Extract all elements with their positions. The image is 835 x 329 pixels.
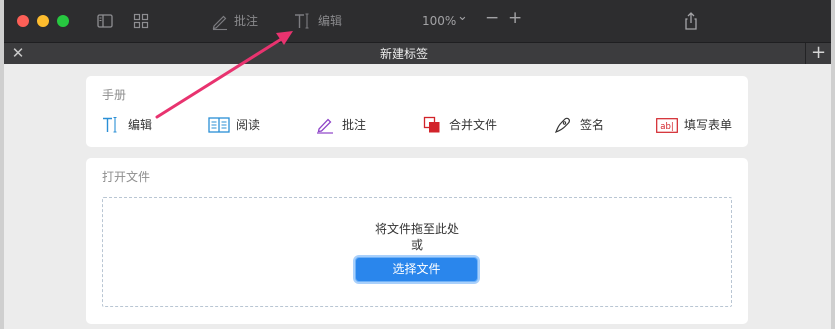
tab-title[interactable]: 新建标签: [4, 46, 804, 62]
merge-icon: [421, 116, 443, 134]
zoom-out-button[interactable]: −: [485, 10, 499, 27]
or-text: 或: [410, 238, 423, 252]
edit-text-icon[interactable]: [292, 11, 312, 31]
action-sign-label: 签名: [580, 118, 605, 132]
toolbar-annotate-label[interactable]: 批注: [234, 13, 258, 29]
book-icon: [208, 116, 230, 134]
zoom-level[interactable]: 100%: [422, 13, 456, 29]
action-annotate-label: 批注: [342, 118, 367, 132]
action-fill-form-label: 填写表单: [684, 118, 733, 132]
window-minimize-button[interactable]: [37, 15, 49, 27]
sidebar-toggle-icon[interactable]: [95, 11, 115, 31]
manual-title: 手册: [102, 88, 127, 102]
open-file-card: 打开文件 将文件拖至此处 或 选择文件: [86, 158, 748, 324]
choose-file-button[interactable]: 选择文件: [355, 257, 478, 282]
manual-card: 手册 编辑 阅读 批注 合并文件 签名 ab| 填写表单: [86, 76, 748, 147]
svg-text:ab|: ab|: [660, 122, 673, 132]
zoom-in-button[interactable]: +: [508, 10, 522, 27]
annotate-pen-icon[interactable]: [210, 11, 230, 31]
action-merge-label: 合并文件: [449, 118, 498, 132]
action-fill-form[interactable]: ab| 填写表单: [656, 116, 732, 134]
tab-bar: ✕ 新建标签 +: [4, 42, 831, 64]
action-annotate[interactable]: 批注: [314, 116, 366, 134]
action-sign[interactable]: 签名: [552, 116, 604, 134]
signature-icon: [552, 116, 574, 134]
share-icon[interactable]: [680, 10, 702, 32]
pen-icon: [314, 116, 336, 134]
grid-view-icon[interactable]: [131, 11, 151, 31]
window-close-button[interactable]: [17, 15, 29, 27]
form-field-icon: ab|: [656, 116, 678, 134]
action-merge[interactable]: 合并文件: [421, 116, 497, 134]
start-page: 手册 编辑 阅读 批注 合并文件 签名 ab| 填写表单 打开文件 将文件拖至此…: [4, 65, 831, 329]
action-edit-label: 编辑: [128, 118, 153, 132]
edit-text-icon: [100, 116, 122, 134]
open-file-title: 打开文件: [102, 170, 151, 184]
action-read[interactable]: 阅读: [208, 116, 260, 134]
window-zoom-button[interactable]: [57, 15, 69, 27]
new-tab-button[interactable]: +: [805, 43, 831, 64]
zoom-dropdown-chevron-icon[interactable]: ⌄: [457, 9, 468, 25]
toolbar-edit-label[interactable]: 编辑: [318, 13, 342, 29]
drop-hint-text: 将文件拖至此处: [374, 222, 459, 236]
file-drop-zone[interactable]: 将文件拖至此处 或 选择文件: [102, 197, 732, 307]
app-window: 批注 编辑 100% ⌄ − + ✕ 新建标签 + 手册 编辑 阅读 批注 合并…: [4, 0, 831, 329]
toolbar: 批注 编辑 100% ⌄ − +: [4, 0, 831, 42]
action-edit[interactable]: 编辑: [100, 116, 152, 134]
action-read-label: 阅读: [236, 118, 261, 132]
